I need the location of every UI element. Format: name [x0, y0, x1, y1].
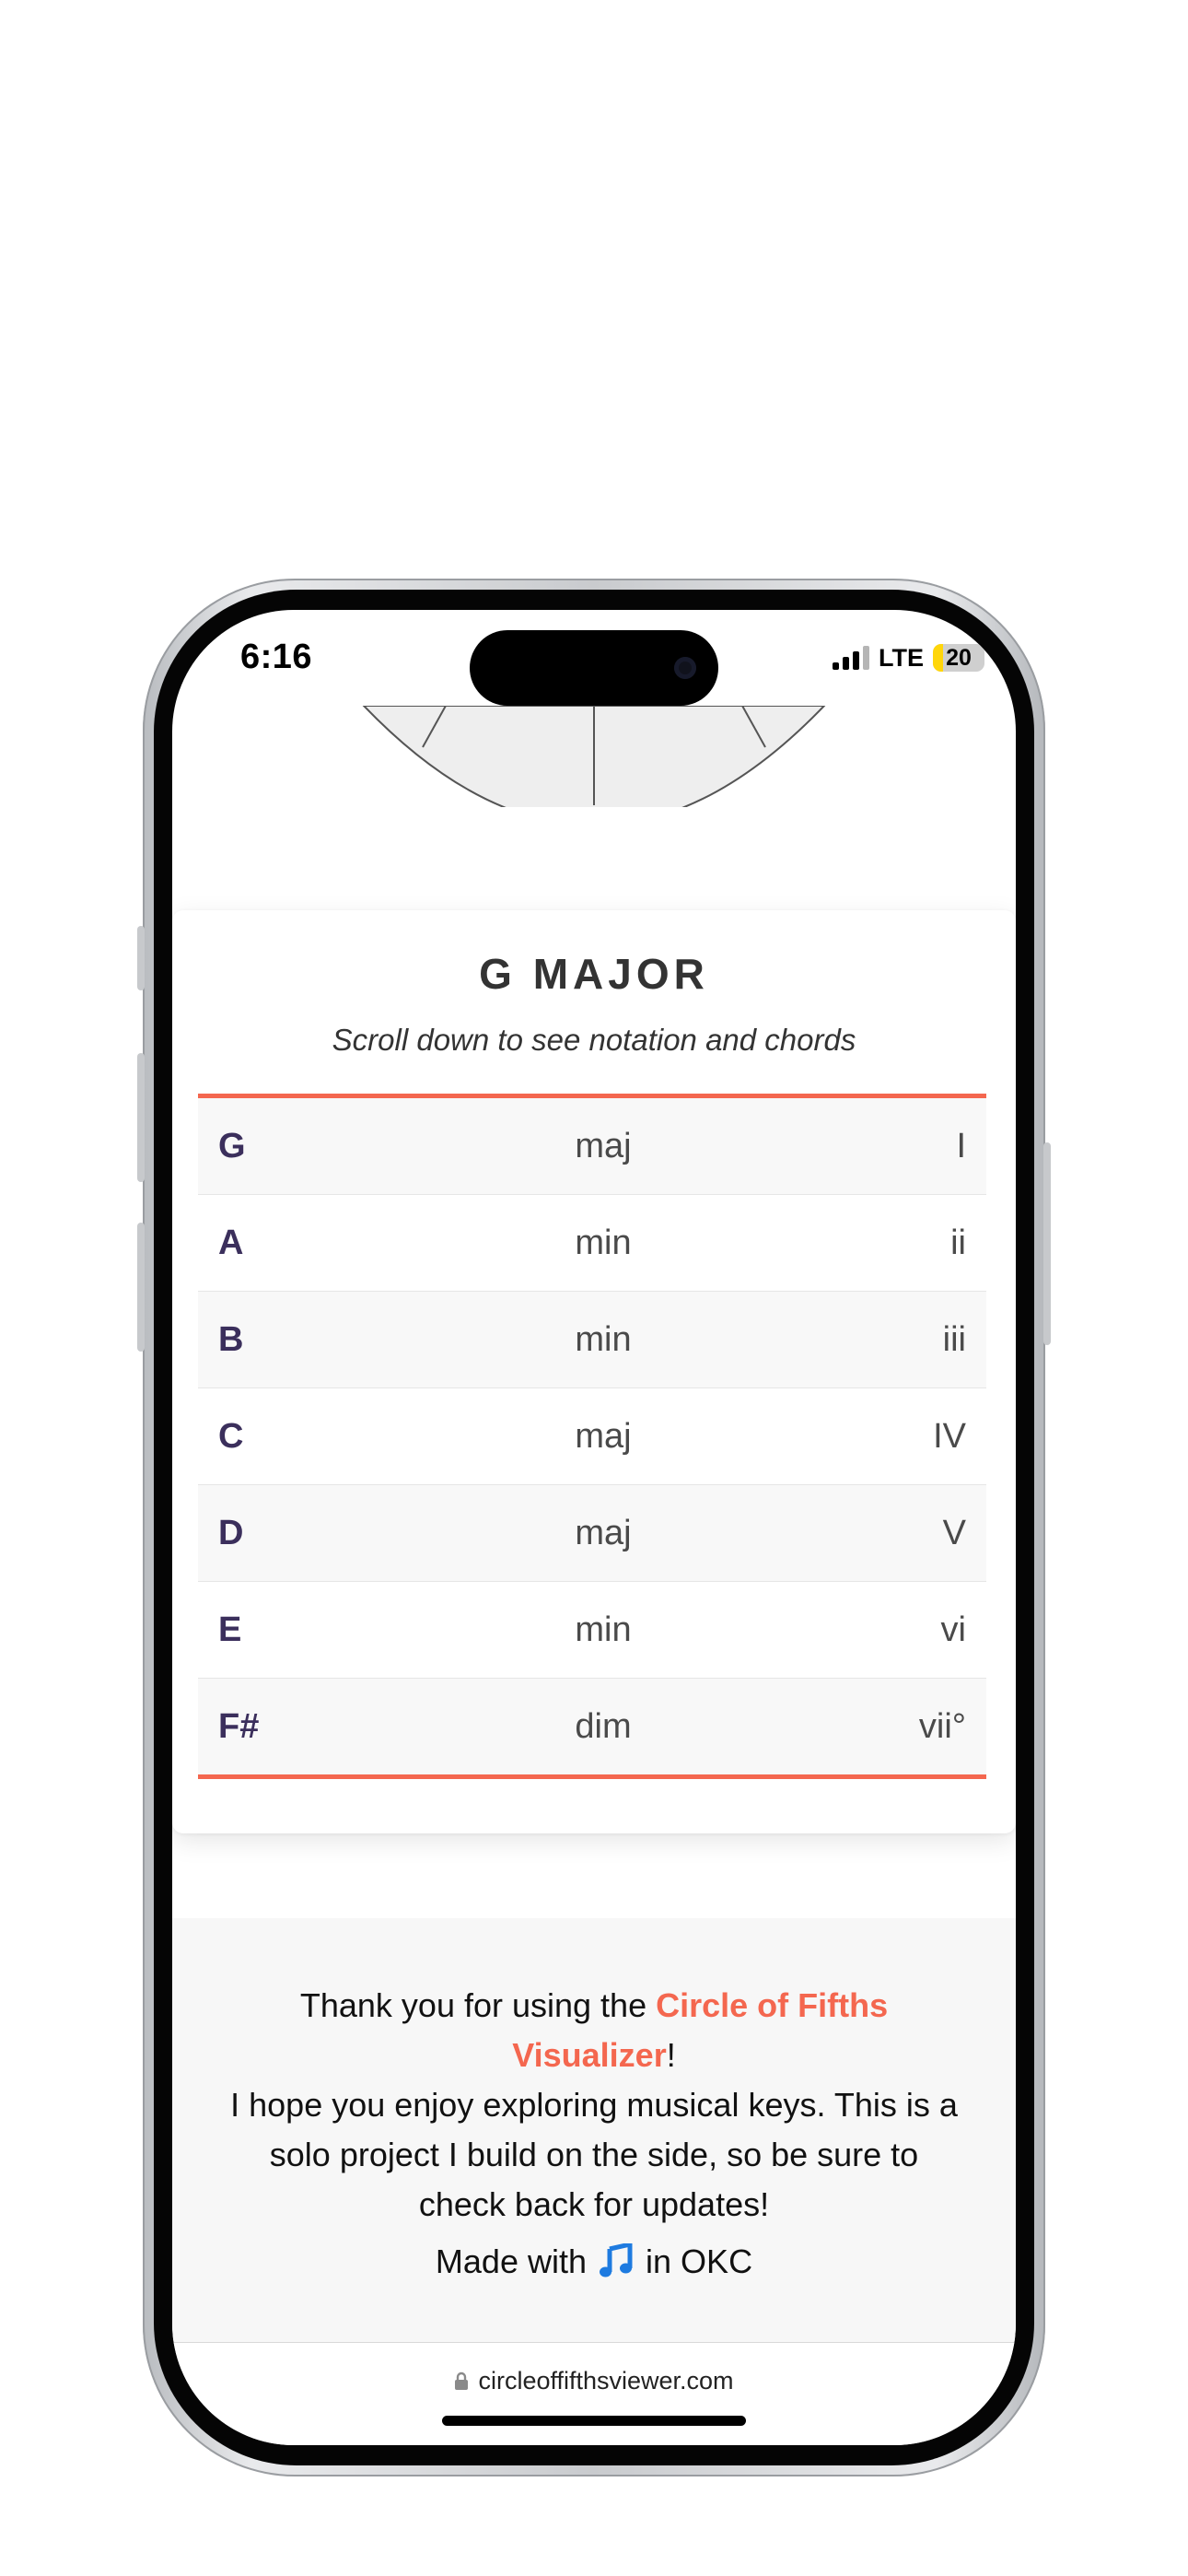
chord-row[interactable]: C maj IV [198, 1388, 986, 1485]
chord-row[interactable]: D maj V [198, 1485, 986, 1582]
key-card: G MAJOR Scroll down to see notation and … [172, 910, 1016, 1833]
thanks-prefix: Thank you for using the [299, 1986, 657, 2024]
signal-bar [863, 646, 869, 670]
cellular-signal-icon [833, 646, 869, 670]
signal-bar [853, 651, 859, 670]
chord-quality: maj [575, 1514, 632, 1552]
made-with-line: Made with in OKC [172, 2242, 1016, 2281]
footer-message: Thank you for using the Circle of Fifths… [227, 1981, 961, 2230]
key-subtitle: Scroll down to see notation and chords [332, 1023, 856, 1057]
chord-row[interactable]: F# dim vii° [198, 1679, 986, 1774]
music-note-icon [600, 2243, 633, 2277]
chord-roman-numeral: I [956, 1127, 966, 1165]
chord-roman-numeral: vi [940, 1610, 966, 1649]
lock-icon [455, 2371, 469, 2390]
site-footer: Thank you for using the Circle of Fifths… [172, 1918, 1016, 2342]
network-type: LTE [879, 643, 924, 672]
status-time: 6:16 [240, 638, 313, 676]
chord-note: A [218, 1224, 244, 1262]
made-with-suffix: in OKC [646, 2242, 753, 2280]
front-camera [674, 657, 696, 679]
page: 6:16 LTE 20 G MAJOR Scroll down to see n… [0, 0, 1188, 2576]
chord-row[interactable]: B min iii [198, 1292, 986, 1388]
chord-row[interactable]: A min ii [198, 1195, 986, 1292]
volume-up-button [137, 1053, 145, 1182]
chord-row[interactable]: G maj I [198, 1098, 986, 1195]
chord-note: C [218, 1417, 244, 1456]
signal-bar [833, 662, 839, 670]
chord-quality: min [575, 1320, 632, 1359]
footer-description: I hope you enjoy exploring musical keys.… [230, 2086, 958, 2223]
action-button [137, 926, 145, 990]
chord-note: D [218, 1514, 244, 1552]
thanks-suffix: ! [666, 2036, 676, 2074]
url-text: circleoffifthsviewer.com [478, 2367, 734, 2395]
chord-roman-numeral: ii [950, 1224, 966, 1262]
chord-quality: maj [575, 1127, 632, 1165]
phone-screen: 6:16 LTE 20 G MAJOR Scroll down to see n… [172, 610, 1016, 2445]
chord-roman-numeral: V [942, 1514, 966, 1552]
battery-level: 20 [946, 644, 972, 671]
key-title: G MAJOR [479, 950, 709, 998]
url-display[interactable]: circleoffifthsviewer.com [172, 2367, 1016, 2395]
chord-quality: min [575, 1224, 632, 1262]
signal-bar [843, 657, 849, 670]
chord-quality: min [575, 1610, 632, 1649]
chord-roman-numeral: iii [942, 1320, 966, 1359]
volume-down-button [137, 1223, 145, 1352]
made-with-prefix: Made with [435, 2242, 587, 2280]
dynamic-island [470, 630, 718, 706]
home-indicator[interactable] [442, 2416, 746, 2426]
circle-of-fifths-wheel[interactable] [172, 706, 1016, 807]
chord-note: G [218, 1127, 246, 1165]
status-indicators: LTE 20 [833, 643, 984, 673]
chord-roman-numeral: vii° [918, 1707, 966, 1746]
chord-note: B [218, 1320, 244, 1359]
browser-url-bar[interactable]: circleoffifthsviewer.com [172, 2342, 1016, 2445]
battery-icon: 20 [933, 644, 984, 672]
chord-quality: dim [575, 1707, 632, 1746]
chord-table: G maj I A min ii B min iii C maj IV D ma… [198, 1094, 986, 1779]
chord-note: E [218, 1610, 242, 1649]
power-button [1043, 1142, 1051, 1345]
chord-note: F# [218, 1707, 260, 1746]
chord-row[interactable]: E min vi [198, 1582, 986, 1679]
chord-roman-numeral: IV [933, 1417, 966, 1456]
chord-quality: maj [575, 1417, 632, 1456]
